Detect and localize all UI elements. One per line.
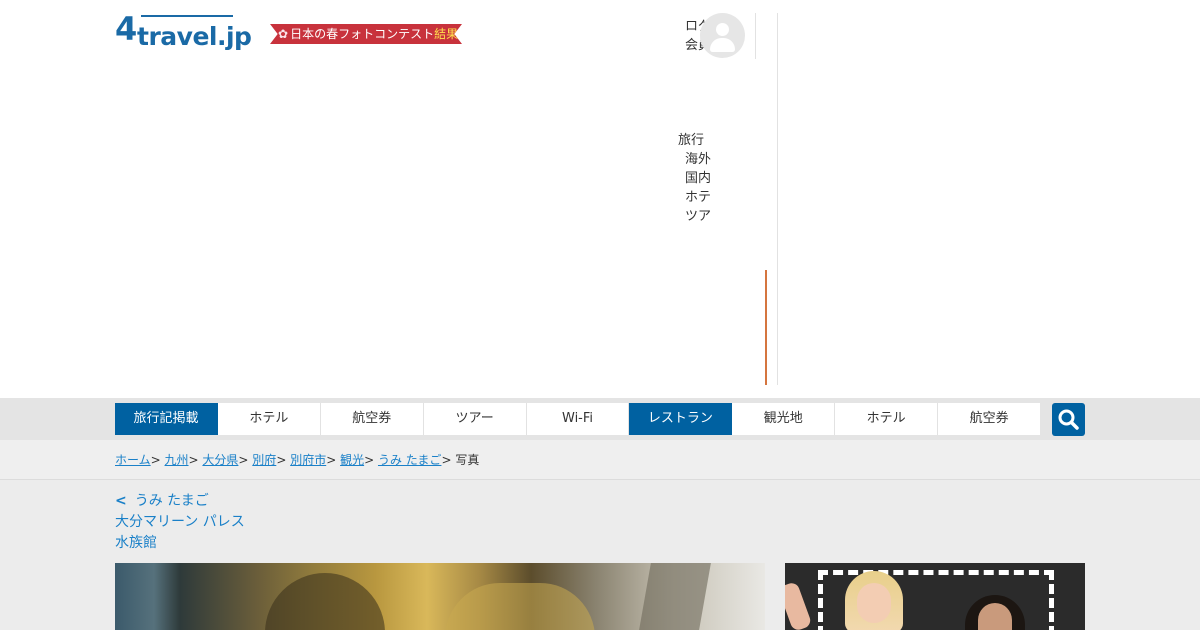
breadcrumb-separator: > — [238, 453, 253, 467]
breadcrumb-separator: > — [441, 453, 456, 467]
breadcrumb-current: 写真 — [455, 453, 480, 467]
photo-detail — [265, 573, 385, 630]
menu-heading[interactable]: 旅行 — [678, 131, 711, 150]
breadcrumb-umitamago[interactable]: うみ たまご — [378, 453, 441, 467]
avatar-body — [710, 38, 735, 52]
tab-hotel-2[interactable]: ホテル — [835, 403, 939, 435]
logo-decoration — [141, 15, 233, 17]
spot-subtitle-link[interactable]: 水族館 — [115, 533, 157, 553]
menu-item-domestic[interactable]: 国内 — [678, 169, 711, 188]
back-link-label: うみ たまご — [134, 493, 209, 509]
ad-image-detail — [785, 580, 813, 630]
breadcrumb-sightseeing[interactable]: 観光 — [340, 453, 364, 467]
photo-detail — [445, 583, 595, 630]
breadcrumb-oita[interactable]: 大分県 — [202, 453, 238, 467]
breadcrumb-beppu-city[interactable]: 別府市 — [290, 453, 326, 467]
photo-contest-banner[interactable]: ✿日本の春フォトコンテスト結果発表 — [270, 24, 462, 44]
breadcrumb-separator: > — [326, 453, 341, 467]
breadcrumb-beppu[interactable]: 別府 — [252, 453, 276, 467]
ad-image-detail — [978, 603, 1012, 630]
breadcrumb-separator: > — [276, 453, 291, 467]
banner-highlight: 結果発表 — [434, 27, 462, 41]
main-photo[interactable] — [115, 563, 765, 630]
menu-item-hotel[interactable]: ホテ — [678, 188, 711, 207]
logo-number: 4 — [115, 10, 137, 48]
spot-title-link[interactable]: 大分マリーン パレス — [115, 512, 245, 532]
ad-banner[interactable] — [785, 563, 1085, 630]
tab-sightseeing[interactable]: 観光地 — [732, 403, 836, 435]
avatar-head — [716, 23, 729, 36]
breadcrumb-home[interactable]: ホーム — [115, 453, 151, 467]
breadcrumb-separator: > — [188, 453, 203, 467]
search-button[interactable] — [1052, 403, 1085, 436]
menu-item-overseas[interactable]: 海外 — [678, 150, 711, 169]
site-header: 4 travel.jp ✿日本の春フォトコンテスト結果発表 ログ 会員 旅行 海… — [0, 0, 1200, 398]
tab-restaurant[interactable]: レストラン — [629, 403, 733, 435]
tab-post-travelogue[interactable]: 旅行記掲載 — [115, 403, 218, 435]
accent-bar — [765, 270, 767, 385]
tab-flights-2[interactable]: 航空券 — [938, 403, 1041, 435]
ad-image-detail — [857, 583, 891, 623]
tab-wifi[interactable]: Wi-Fi — [526, 403, 630, 435]
back-link[interactable]: < うみ たまご — [115, 491, 209, 511]
tab-hotel[interactable]: ホテル — [217, 403, 321, 435]
breadcrumb-separator: > — [364, 453, 378, 467]
breadcrumb-separator: > — [150, 453, 165, 467]
header-divider — [755, 13, 756, 59]
logo-text: travel.jp — [137, 22, 252, 51]
breadcrumb-kyushu[interactable]: 九州 — [165, 453, 189, 467]
breadcrumb: ホーム> 九州> 大分県> 別府> 別府市> 観光> うみ たまご> 写真 — [115, 452, 479, 468]
site-logo[interactable]: 4 travel.jp — [115, 10, 257, 51]
user-avatar-icon[interactable] — [700, 13, 745, 58]
tab-flights[interactable]: 航空券 — [320, 403, 424, 435]
menu-item-tour[interactable]: ツア — [678, 207, 711, 226]
tab-tour[interactable]: ツアー — [423, 403, 527, 435]
banner-text: 日本の春フォトコンテスト — [290, 27, 435, 41]
header-divider-long — [777, 13, 778, 385]
travel-menu: 旅行 海外 国内 ホテ ツア — [678, 131, 711, 226]
flower-icon: ✿ — [278, 27, 289, 41]
search-icon — [1058, 409, 1079, 430]
main-nav-tabs: 旅行記掲載 ホテル 航空券 ツアー Wi-Fi レストラン 観光地 ホテル 航空… — [115, 403, 1041, 435]
chevron-left-icon: < — [115, 493, 127, 509]
photo-detail — [639, 563, 711, 630]
